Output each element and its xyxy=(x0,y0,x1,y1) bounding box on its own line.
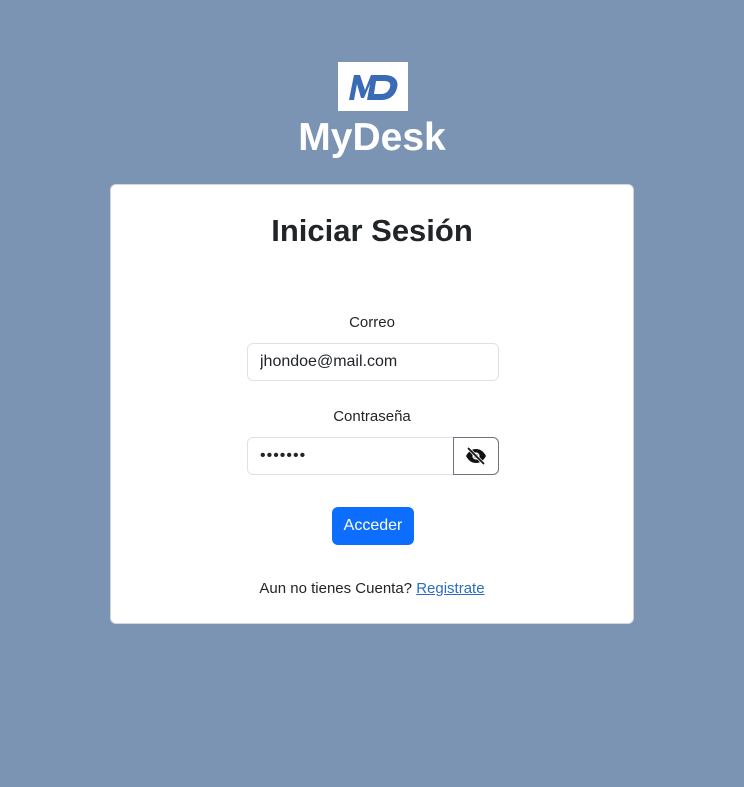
eye-slash-icon xyxy=(466,447,486,465)
password-field[interactable] xyxy=(247,437,454,475)
register-prompt-line: Aun no tienes Cuenta? Registrate xyxy=(111,579,633,599)
email-field[interactable] xyxy=(247,343,499,381)
login-card: Iniciar Sesión Correo Contraseña Acceder… xyxy=(110,184,634,624)
toggle-password-visibility-button[interactable] xyxy=(453,437,499,475)
app-name: MyDesk xyxy=(298,116,446,159)
md-logo-icon xyxy=(349,74,398,100)
password-label: Contraseña xyxy=(333,408,411,425)
login-title: Iniciar Sesión xyxy=(271,213,473,248)
email-label: Correo xyxy=(349,314,395,331)
login-button[interactable]: Acceder xyxy=(332,507,414,545)
register-prompt-text: Aun no tienes Cuenta? xyxy=(259,580,413,597)
app-logo xyxy=(338,62,408,111)
register-link[interactable]: Registrate xyxy=(416,580,484,597)
